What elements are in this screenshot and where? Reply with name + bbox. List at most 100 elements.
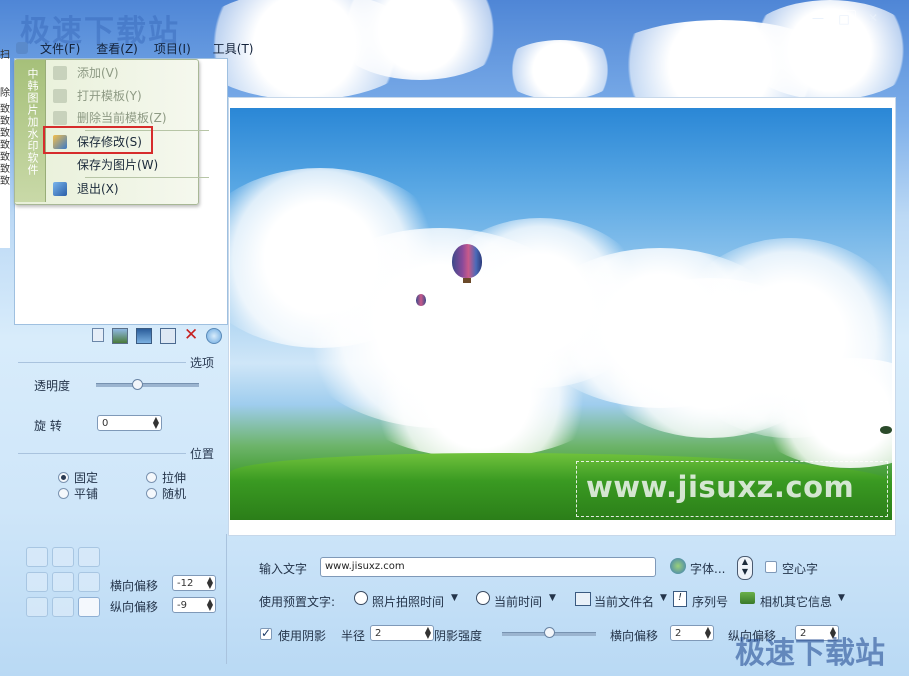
spin-arrows-icon[interactable]: ▲ ▼ bbox=[153, 416, 159, 430]
menu-item-open-template[interactable]: 打开模板(Y) bbox=[47, 86, 193, 106]
left-edge-strip: 扫 除 致 致 致 致 致 致 致 bbox=[0, 50, 10, 248]
shadow-h-offset-label: 横向偏移 bbox=[610, 629, 659, 643]
v-offset-label: 纵向偏移 bbox=[110, 600, 159, 614]
anchor-cell[interactable] bbox=[26, 597, 48, 617]
spin-arrows-icon[interactable]: ▲ ▼ bbox=[207, 576, 213, 590]
new-doc-icon[interactable] bbox=[92, 328, 104, 342]
anchor-position-grid bbox=[26, 547, 102, 619]
preview-image[interactable]: www.jisuxz.com bbox=[230, 108, 892, 520]
position-section-title: 位置 bbox=[190, 447, 215, 461]
rotate-label: 旋 转 bbox=[34, 419, 62, 433]
preset-photo-time[interactable]: 照片拍照时间 bbox=[372, 593, 444, 610]
v-offset-spinbox[interactable]: -9 ▲ ▼ bbox=[172, 597, 216, 613]
spin-arrows-icon[interactable]: ▲ ▼ bbox=[425, 626, 431, 640]
opacity-slider[interactable] bbox=[96, 383, 199, 387]
menu-item-add[interactable]: 添加(V) bbox=[47, 63, 193, 83]
hollow-text-checkbox[interactable] bbox=[765, 561, 777, 573]
options-divider bbox=[18, 362, 186, 363]
spin-arrows-icon[interactable]: ▲ ▼ bbox=[705, 626, 711, 640]
radio-tile[interactable] bbox=[58, 488, 69, 499]
opacity-slider-thumb[interactable] bbox=[132, 379, 143, 390]
chevron-down-icon[interactable]: ▼ bbox=[451, 593, 458, 603]
menu-file[interactable]: 文件(F) bbox=[32, 40, 88, 58]
input-text-label: 输入文字 bbox=[259, 562, 308, 576]
radio-stretch[interactable] bbox=[146, 472, 157, 483]
highlight-box bbox=[43, 126, 153, 154]
delete-template-icon bbox=[53, 111, 67, 125]
position-divider bbox=[18, 453, 186, 454]
camera-info-icon bbox=[740, 592, 755, 604]
watermark-text-overlay[interactable]: www.jisuxz.com bbox=[586, 470, 854, 504]
preset-camera-info[interactable]: 相机其它信息 bbox=[760, 593, 832, 610]
anchor-cell[interactable] bbox=[26, 572, 48, 592]
dropdown-side-banner: 中韩图片加水印软件 bbox=[15, 60, 46, 202]
chevron-down-icon[interactable]: ▼ bbox=[660, 593, 667, 603]
radius-spinbox[interactable]: 2 ▲ ▼ bbox=[370, 625, 434, 641]
radio-random[interactable] bbox=[146, 488, 157, 499]
font-icon[interactable] bbox=[670, 558, 686, 574]
preset-serial-number[interactable]: 序列号 bbox=[692, 593, 728, 610]
anchor-cell[interactable] bbox=[26, 547, 48, 567]
menu-item-delete-template[interactable]: 删除当前模板(Z) bbox=[47, 108, 193, 128]
radio-stretch-label: 拉伸 bbox=[162, 471, 187, 485]
menu-item-save-as-image[interactable]: 保存为图片(W) bbox=[47, 155, 193, 175]
delete-x-icon[interactable]: ✕ bbox=[184, 327, 198, 344]
anchor-cell[interactable] bbox=[78, 547, 100, 567]
tree bbox=[880, 426, 892, 434]
radio-tile-label: 平铺 bbox=[74, 487, 99, 501]
radius-label: 半径 bbox=[341, 629, 366, 643]
preset-current-filename[interactable]: 当前文件名 bbox=[594, 593, 654, 610]
panel-splitter[interactable] bbox=[226, 534, 227, 664]
shadow-strength-label: 阴影强度 bbox=[434, 629, 483, 643]
hot-air-balloon-large bbox=[452, 244, 482, 278]
file-edit-icon bbox=[575, 592, 591, 606]
menu-view[interactable]: 查看(Z) bbox=[88, 40, 146, 58]
anchor-cell[interactable] bbox=[52, 547, 74, 567]
menu-separator bbox=[85, 177, 209, 178]
monitor-icon[interactable] bbox=[160, 328, 176, 344]
shadow-h-offset-spinbox[interactable]: 2 ▲ ▼ bbox=[670, 625, 714, 641]
close-button[interactable]: ✕ bbox=[862, 10, 884, 26]
menu-bar: 文件(F) 查看(Z) 项目(I) 工具(T) bbox=[32, 40, 261, 58]
chevron-down-icon[interactable]: ▼ bbox=[838, 593, 845, 603]
add-icon bbox=[53, 66, 67, 80]
font-size-stepper[interactable]: ▲ ▼ bbox=[737, 556, 753, 580]
use-shadow-label: 使用阴影 bbox=[278, 629, 327, 643]
radio-fixed[interactable] bbox=[58, 472, 69, 483]
picture-icon[interactable] bbox=[136, 328, 152, 344]
minimize-button[interactable]: — bbox=[807, 10, 829, 26]
anchor-cell[interactable] bbox=[52, 572, 74, 592]
maximize-button[interactable]: □ bbox=[832, 10, 856, 28]
menu-item-exit[interactable]: 退出(X) bbox=[47, 179, 193, 199]
hollow-text-label: 空心字 bbox=[782, 562, 819, 576]
clock-icon bbox=[354, 591, 368, 605]
opacity-label: 透明度 bbox=[34, 379, 71, 393]
h-offset-label: 横向偏移 bbox=[110, 579, 159, 593]
preset-current-time[interactable]: 当前时间 bbox=[494, 593, 542, 610]
shadow-strength-thumb[interactable] bbox=[544, 627, 555, 638]
image-icon[interactable] bbox=[112, 328, 128, 344]
font-button[interactable]: 字体... bbox=[690, 560, 725, 577]
watermark-logo-bottom: 极速下载站 bbox=[735, 636, 885, 671]
hot-air-balloon-small bbox=[416, 294, 426, 306]
anchor-cell[interactable] bbox=[78, 572, 100, 592]
menu-project[interactable]: 项目(I) bbox=[146, 40, 199, 58]
spin-arrows-icon[interactable]: ▲ ▼ bbox=[207, 598, 213, 612]
anchor-cell-selected[interactable] bbox=[78, 597, 100, 617]
clock-icon bbox=[476, 591, 490, 605]
exit-icon bbox=[53, 182, 67, 196]
rotate-spinbox[interactable]: 0 ▲ ▼ bbox=[97, 415, 162, 431]
serial-icon: ! bbox=[673, 591, 687, 607]
watermark-text-input[interactable]: www.jisuxz.com bbox=[320, 557, 656, 577]
template-toolbar: ✕ bbox=[92, 327, 222, 344]
app-window: 极速下载站 — □ ✕ 文件(F) 查看(Z) 项目(I) 工具(T) 扫 除 … bbox=[0, 0, 909, 676]
h-offset-spinbox[interactable]: -12 ▲ ▼ bbox=[172, 575, 216, 591]
anchor-cell[interactable] bbox=[52, 597, 74, 617]
globe-icon[interactable] bbox=[206, 328, 222, 344]
balloon-basket bbox=[463, 278, 471, 283]
preset-text-label: 使用预置文字: bbox=[259, 595, 336, 609]
menu-tools[interactable]: 工具(T) bbox=[205, 40, 262, 58]
radio-random-label: 随机 bbox=[162, 487, 187, 501]
use-shadow-checkbox[interactable] bbox=[260, 626, 272, 640]
chevron-down-icon[interactable]: ▼ bbox=[549, 593, 556, 603]
